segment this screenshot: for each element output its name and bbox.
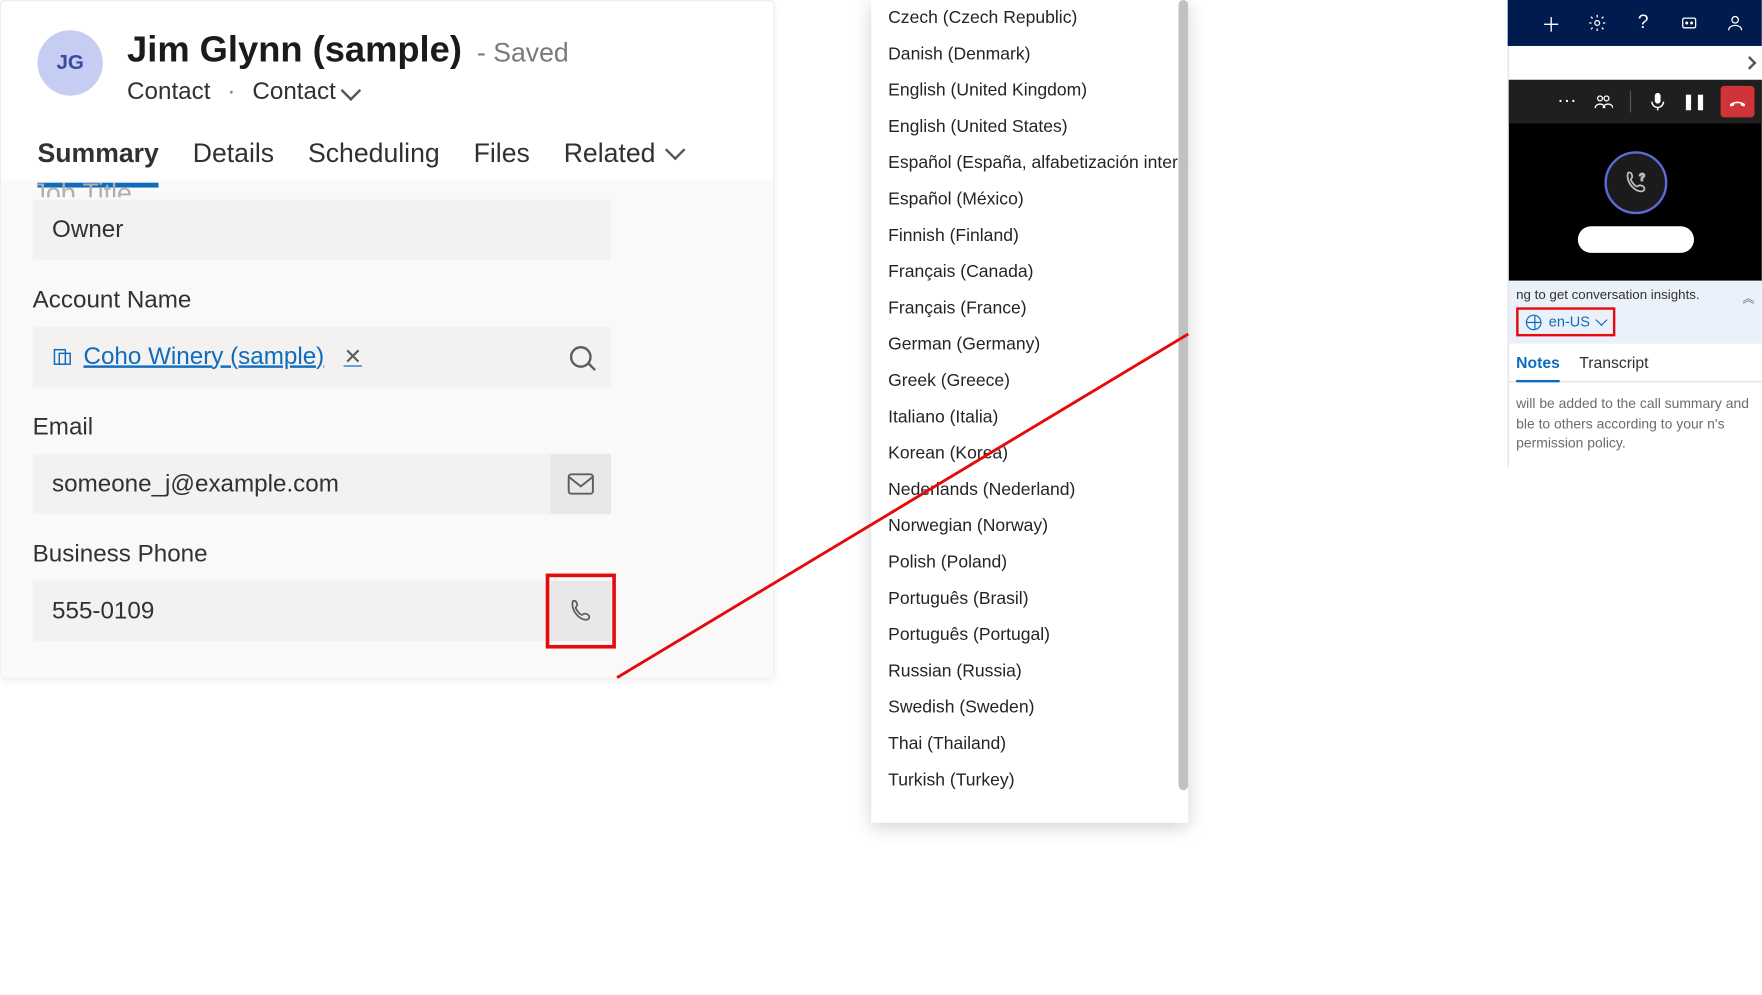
email-label: Email [33,414,742,442]
scrollbar[interactable] [1179,0,1189,790]
language-selector[interactable]: en-US [1516,307,1615,336]
toolbar-separator [1630,91,1631,113]
caller-name-redacted [1577,226,1693,253]
gear-icon [1588,13,1607,32]
account-name-field[interactable]: Coho Winery (sample) ✕ [33,327,611,388]
insights-text: ng to get conversation insights. [1516,288,1700,303]
job-title-field[interactable]: Owner [33,200,611,260]
language-option[interactable]: Danish (Denmark) [871,36,1188,72]
panel-header [1509,46,1762,80]
assistant-icon [1679,13,1698,32]
contact-card: JG Jim Glynn (sample) - Saved Contact · … [0,0,774,679]
language-option[interactable]: German (Germany) [871,327,1188,363]
chevron-right-icon[interactable] [1743,56,1757,70]
chevron-down-icon [1595,313,1607,325]
language-option[interactable]: Español (España, alfabetización internac… [871,145,1188,181]
account-lookup-chip[interactable]: Coho Winery (sample) ✕ [52,343,362,371]
svg-text:?: ? [1639,172,1645,183]
language-option[interactable]: Nederlands (Nederland) [871,472,1188,508]
separator-dot: · [227,79,235,107]
search-icon[interactable] [570,346,592,368]
language-option[interactable]: Polish (Poland) [871,545,1188,581]
account-button[interactable] [1725,13,1744,32]
avatar: JG [38,30,103,95]
business-phone-field[interactable]: 555-0109 [33,581,611,642]
caller-avatar: ? [1604,151,1667,214]
account-icon [52,347,71,366]
language-option[interactable]: Português (Portugal) [871,617,1188,653]
tab-notes[interactable]: Notes [1516,353,1560,381]
chevron-down-icon [665,140,686,161]
chevron-down-icon [340,80,361,101]
phone-question-icon: ? [1622,169,1649,196]
help-button[interactable]: ? [1634,13,1653,32]
language-option[interactable]: Turkish (Turkey) [871,762,1188,798]
language-option[interactable]: English (United Kingdom) [871,73,1188,109]
person-icon [1725,13,1744,32]
participants-button[interactable] [1594,92,1613,111]
active-call-box: ··· ❚❚ ? [1509,80,1762,281]
send-email-button[interactable] [551,454,612,515]
hold-button[interactable]: ❚❚ [1684,92,1703,111]
language-option[interactable]: Korean (Korea) [871,436,1188,472]
language-option[interactable]: Español (México) [871,182,1188,218]
business-phone-label: Business Phone [33,541,742,569]
settings-button[interactable] [1588,13,1607,32]
app-header-right: ＋ ? [1508,0,1762,46]
phone-icon [567,598,594,625]
people-icon [1594,93,1613,110]
language-option[interactable]: Português (Brasil) [871,581,1188,617]
language-option[interactable]: English (United States) [871,109,1188,145]
language-option[interactable]: Français (France) [871,290,1188,326]
hangup-icon [1728,92,1747,111]
assistant-button[interactable] [1679,13,1698,32]
tab-transcript[interactable]: Transcript [1579,353,1648,381]
entity-type-label: Contact [127,79,210,107]
hangup-button[interactable] [1721,86,1755,117]
form-selector[interactable]: Contact [252,79,357,107]
notes-hint-text: will be added to the call summary and bl… [1509,382,1762,467]
insights-bar: ng to get conversation insights. ︽ en-US [1509,281,1762,344]
add-button[interactable]: ＋ [1542,13,1561,32]
language-dropdown[interactable]: Czech (Czech Republic)Danish (Denmark)En… [871,0,1188,823]
mic-icon [1650,92,1665,111]
language-option[interactable]: Thai (Thailand) [871,726,1188,762]
call-button[interactable] [551,581,612,642]
language-option[interactable]: Swedish (Sweden) [871,690,1188,726]
saved-indicator: - Saved [477,38,569,68]
call-annotation-box [546,574,616,649]
globe-icon [1526,314,1542,330]
language-option[interactable]: Norwegian (Norway) [871,508,1188,544]
remove-lookup-icon[interactable]: ✕ [344,344,362,369]
account-name-label: Account Name [33,287,742,315]
job-title-label-cut: Job Title [33,178,742,197]
language-option[interactable]: Czech (Czech Republic) [871,0,1188,36]
language-option[interactable]: Français (Canada) [871,254,1188,290]
language-option[interactable]: Greek (Greece) [871,363,1188,399]
language-option[interactable]: Finnish (Finland) [871,218,1188,254]
contact-name: Jim Glynn (sample) [127,30,462,70]
more-options-button[interactable]: ··· [1557,92,1576,111]
call-panel: ··· ❚❚ ? [1508,46,1762,467]
call-panel-tabs: Notes Transcript [1509,344,1762,383]
collapse-icon[interactable]: ︽ [1742,288,1754,306]
mail-icon [567,473,594,495]
language-option[interactable]: Italiano (Italia) [871,399,1188,435]
mute-button[interactable] [1648,92,1667,111]
record-tabs: Summary Details Scheduling Files Related [1,116,773,187]
language-option[interactable]: Russian (Russia) [871,653,1188,689]
email-field[interactable]: someone_j@example.com [33,454,611,515]
